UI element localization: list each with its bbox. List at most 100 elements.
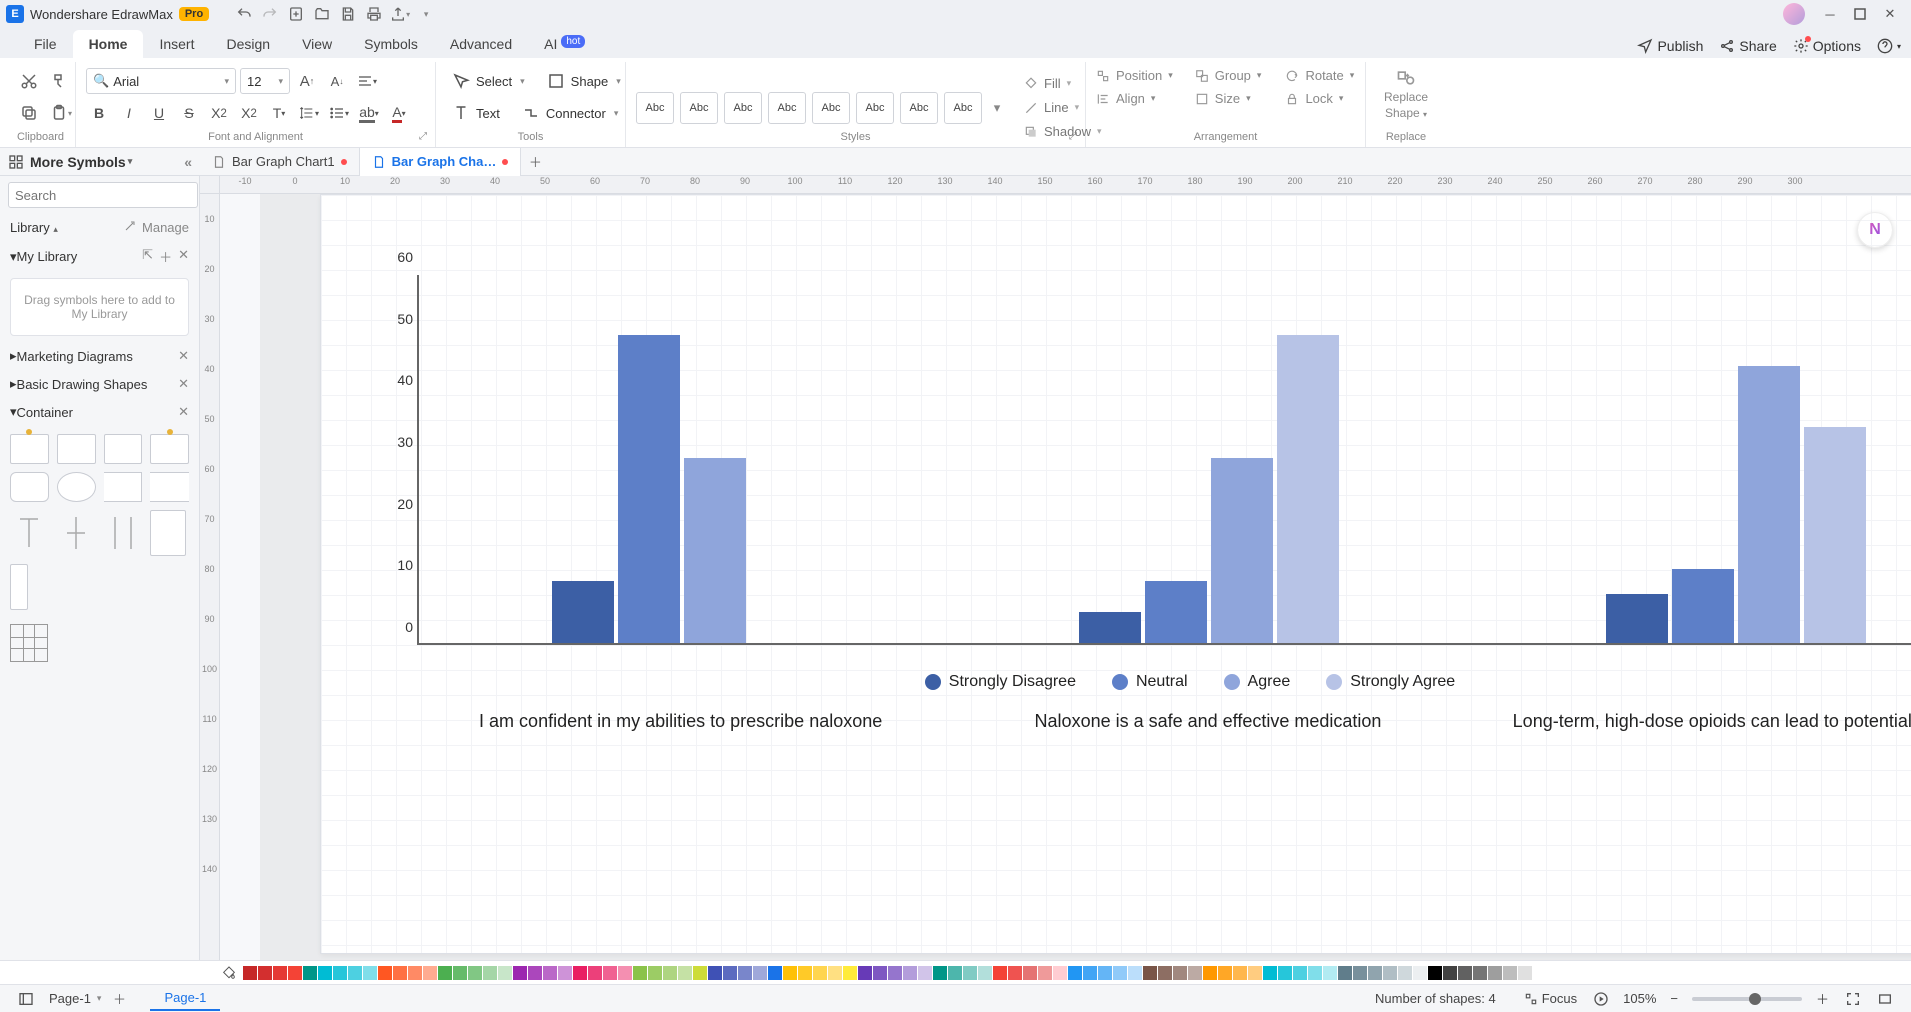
- color-swatch[interactable]: [603, 966, 617, 980]
- color-swatch[interactable]: [513, 966, 527, 980]
- bullets-icon[interactable]: ▾: [326, 100, 352, 126]
- style-thumb-2[interactable]: Abc: [680, 92, 718, 124]
- chart-bar[interactable]: [1738, 366, 1800, 644]
- focus-button[interactable]: Focus: [1516, 988, 1585, 1010]
- color-swatch[interactable]: [1008, 966, 1022, 980]
- undo-icon[interactable]: [231, 4, 257, 24]
- minimize-button[interactable]: ─: [1815, 4, 1845, 24]
- chart-bar[interactable]: [1672, 569, 1734, 643]
- fit-width-icon[interactable]: [1869, 988, 1901, 1010]
- color-swatch[interactable]: [918, 966, 932, 980]
- color-swatch[interactable]: [1518, 966, 1532, 980]
- mylib-header[interactable]: ▾My Library ⇱ ＋ ✕: [0, 241, 199, 272]
- color-swatch[interactable]: [963, 966, 977, 980]
- color-swatch[interactable]: [243, 966, 257, 980]
- color-swatch[interactable]: [558, 966, 572, 980]
- decrease-font-icon[interactable]: A↓: [324, 68, 350, 94]
- container-shape[interactable]: [150, 510, 186, 556]
- color-swatch[interactable]: [813, 966, 827, 980]
- mylib-import-icon[interactable]: ⇱: [142, 247, 153, 266]
- color-swatch[interactable]: [1278, 966, 1292, 980]
- tab-view[interactable]: View: [286, 30, 348, 58]
- add-page-button[interactable]: ＋: [108, 989, 130, 1008]
- chart-bar[interactable]: [1804, 427, 1866, 643]
- color-swatch[interactable]: [618, 966, 632, 980]
- presentation-icon[interactable]: [1585, 988, 1617, 1010]
- chart-bar[interactable]: [1211, 458, 1273, 643]
- italic-icon[interactable]: I: [116, 100, 142, 126]
- maximize-button[interactable]: [1845, 4, 1875, 24]
- chart-bar[interactable]: [1277, 335, 1339, 643]
- container-shape[interactable]: [104, 472, 143, 502]
- color-swatch[interactable]: [423, 966, 437, 980]
- color-swatch[interactable]: [1443, 966, 1457, 980]
- chart-bar[interactable]: [1145, 581, 1207, 643]
- container-shape[interactable]: [10, 472, 49, 502]
- color-swatch[interactable]: [1218, 966, 1232, 980]
- color-swatch[interactable]: [573, 966, 587, 980]
- color-swatch[interactable]: [678, 966, 692, 980]
- container-shape[interactable]: [57, 434, 96, 464]
- color-swatch[interactable]: [378, 966, 392, 980]
- symbol-search-input[interactable]: [8, 182, 198, 208]
- style-thumb-1[interactable]: Abc: [636, 92, 674, 124]
- styles-dialog-launcher-icon[interactable]: ⤢: [1069, 131, 1081, 143]
- chart-bar[interactable]: [684, 458, 746, 643]
- bold-icon[interactable]: B: [86, 100, 112, 126]
- color-swatch[interactable]: [1068, 966, 1082, 980]
- color-swatch[interactable]: [333, 966, 347, 980]
- table-shape[interactable]: [10, 624, 48, 662]
- font-dialog-launcher-icon[interactable]: ⤢: [419, 131, 431, 143]
- highlight-icon[interactable]: ab▾: [356, 100, 382, 126]
- color-swatch[interactable]: [1038, 966, 1052, 980]
- color-swatch[interactable]: [1383, 966, 1397, 980]
- style-thumb-3[interactable]: Abc: [724, 92, 762, 124]
- color-swatch[interactable]: [1023, 966, 1037, 980]
- font-family-dropdown[interactable]: 🔍 Arial▾: [86, 68, 236, 94]
- page-panel-icon[interactable]: [10, 988, 42, 1010]
- format-painter-icon[interactable]: [48, 68, 74, 94]
- color-swatch[interactable]: [408, 966, 422, 980]
- color-swatch[interactable]: [543, 966, 557, 980]
- options-button[interactable]: Options: [1793, 38, 1861, 54]
- shape-tool[interactable]: Shape▾: [541, 68, 627, 94]
- font-size-dropdown[interactable]: 12▾: [240, 68, 290, 94]
- mylib-close-icon[interactable]: ✕: [178, 247, 189, 266]
- ai-assistant-badge[interactable]: N: [1857, 212, 1893, 248]
- redo-icon[interactable]: [257, 4, 283, 24]
- color-swatch[interactable]: [903, 966, 917, 980]
- separator-shape[interactable]: [10, 510, 49, 556]
- color-swatch[interactable]: [933, 966, 947, 980]
- color-swatch[interactable]: [363, 966, 377, 980]
- paste-icon[interactable]: ▾: [48, 100, 74, 126]
- color-swatch[interactable]: [1158, 966, 1172, 980]
- color-swatch[interactable]: [1473, 966, 1487, 980]
- cut-icon[interactable]: [16, 68, 42, 94]
- color-swatch[interactable]: [888, 966, 902, 980]
- page-dropdown[interactable]: Page-1▾: [42, 988, 108, 1010]
- color-swatch[interactable]: [1353, 966, 1367, 980]
- qat-more-icon[interactable]: ▾: [413, 4, 439, 24]
- separator-shape[interactable]: [104, 510, 143, 556]
- color-swatch[interactable]: [1113, 966, 1127, 980]
- close-button[interactable]: ✕: [1875, 4, 1905, 24]
- color-swatch[interactable]: [663, 966, 677, 980]
- color-swatch[interactable]: [1053, 966, 1067, 980]
- style-thumb-4[interactable]: Abc: [768, 92, 806, 124]
- section-close-icon[interactable]: ✕: [178, 348, 189, 364]
- color-swatch[interactable]: [648, 966, 662, 980]
- color-swatch[interactable]: [1428, 966, 1442, 980]
- color-swatch[interactable]: [483, 966, 497, 980]
- container-shape[interactable]: [104, 434, 143, 464]
- color-swatch[interactable]: [1143, 966, 1157, 980]
- container-shape[interactable]: [150, 434, 189, 464]
- tab-ai[interactable]: AIhot: [528, 30, 601, 58]
- color-swatch[interactable]: [1233, 966, 1247, 980]
- underline-icon[interactable]: U: [146, 100, 172, 126]
- tab-advanced[interactable]: Advanced: [434, 30, 528, 58]
- color-swatch[interactable]: [1128, 966, 1142, 980]
- copy-icon[interactable]: [16, 100, 42, 126]
- color-swatch[interactable]: [1098, 966, 1112, 980]
- mylib-add-icon[interactable]: ＋: [159, 247, 172, 266]
- page-tab-1[interactable]: Page-1: [150, 986, 220, 1011]
